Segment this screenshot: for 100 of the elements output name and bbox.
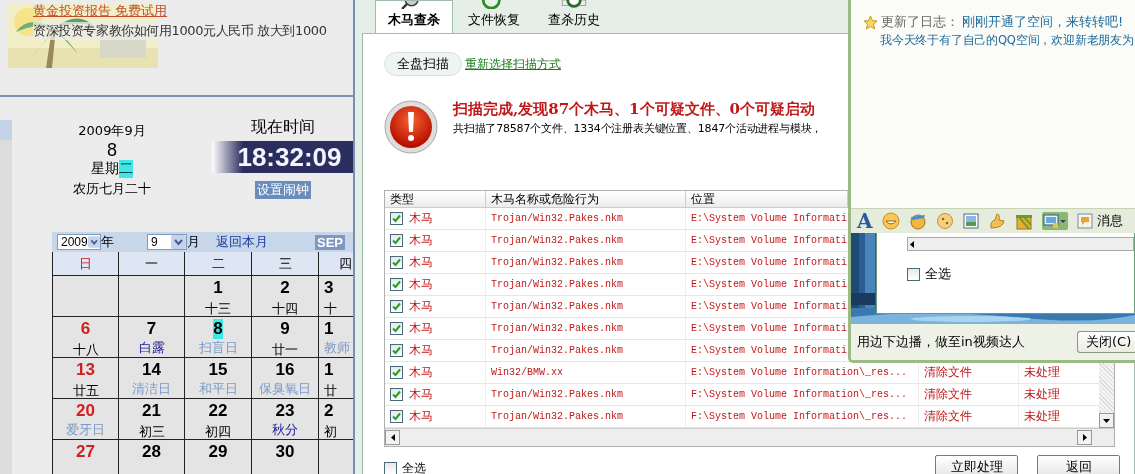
rescan-link[interactable]: 重新选择扫描方式 — [465, 55, 561, 73]
checkbox[interactable] — [390, 278, 403, 291]
hand-icon[interactable] — [987, 212, 1006, 230]
table-cell: E:\System Volume Informati — [691, 323, 848, 334]
column-header[interactable]: 类型 — [385, 191, 486, 208]
tab[interactable]: 查杀历史 — [535, 0, 613, 33]
table-cell: 木马 — [409, 386, 433, 403]
left-arrow-icon — [390, 434, 395, 441]
day-cell[interactable]: 3 十 — [319, 276, 353, 317]
table-cell: Trojan/Win32.Pakes.nkm — [491, 257, 624, 268]
day-cell[interactable]: 1 十三 — [185, 276, 252, 317]
emoticon-icon[interactable] — [908, 212, 927, 230]
table-cell: 清除文件 — [924, 386, 972, 403]
lunar-date: 农历七月二十 — [73, 180, 151, 198]
screen-button[interactable] — [1041, 212, 1068, 230]
table-cell: Trojan/Win32.Pakes.nkm — [491, 235, 624, 246]
table-cell: 木马 — [409, 210, 433, 227]
scan-result-title: 扫描完成,发现87个木马、1个可疑文件、0个可疑启动 — [453, 100, 816, 120]
day-cell[interactable]: 22 初四 — [185, 399, 252, 440]
table-cell: 未处理 — [1024, 386, 1060, 403]
day-cell[interactable]: 1 廿 — [319, 358, 353, 399]
table-cell: Trojan/Win32.Pakes.nkm — [491, 301, 624, 312]
checkbox[interactable] — [390, 234, 403, 247]
table-cell: Trojan/Win32.Pakes.nkm — [491, 411, 624, 422]
table-cell: 未处理 — [1024, 408, 1060, 425]
clock-title: 现在时间 — [250, 117, 315, 138]
table-cell: E:\System Volume Informati — [691, 257, 848, 268]
table-cell: F:\System Volume Information\_res... — [691, 389, 908, 400]
day-cell[interactable]: 20 爱牙日 — [53, 399, 119, 440]
right-arrow-icon — [1082, 434, 1087, 441]
day-cell[interactable]: 21 初三 — [119, 399, 185, 440]
back-link[interactable]: 返回本月 — [216, 233, 268, 251]
empty-day-cell — [119, 276, 185, 317]
scan-mode-button[interactable]: 全盘扫描 — [384, 52, 462, 76]
left-arrow-icon — [910, 240, 914, 248]
day-cell[interactable]: 8 扫盲日 — [185, 317, 252, 358]
day-cell[interactable]: 1 教师 — [319, 317, 353, 358]
table-cell: Trojan/Win32.Pakes.nkm — [491, 279, 624, 290]
checkbox[interactable] — [390, 410, 403, 423]
year-dropdown[interactable]: 2009 — [57, 234, 101, 250]
gift-icon[interactable] — [1014, 212, 1033, 230]
table-cell: E:\System Volume Informati — [691, 345, 848, 356]
table-cell: 木马 — [409, 364, 433, 381]
table-cell: Trojan/Win32.Pakes.nkm — [491, 213, 624, 224]
day-cell[interactable]: 7 白露 — [119, 317, 185, 358]
checkbox[interactable] — [390, 344, 403, 357]
weekday-header: 四 — [319, 252, 353, 276]
screen-icon — [1042, 213, 1059, 229]
feed-link[interactable]: 刚刚开通了空间，来转转吧! — [962, 13, 1124, 31]
close-button[interactable]: 关闭(C) — [1077, 331, 1135, 353]
font-button[interactable]: A — [857, 210, 873, 232]
weekday-header: 三 — [252, 252, 319, 276]
checkbox[interactable] — [390, 388, 403, 401]
day-cell[interactable]: 2 十四 — [252, 276, 319, 317]
checkbox[interactable] — [390, 366, 403, 379]
day-cell[interactable]: 2 初 — [319, 399, 353, 440]
table-cell: 清除文件 — [924, 364, 972, 381]
feed-label: 更新了日志： — [881, 13, 959, 31]
table-cell: 清除文件 — [924, 408, 972, 425]
table-cell: 木马 — [409, 342, 433, 359]
month-name: SEP — [315, 234, 345, 250]
horizontal-scrollbar[interactable] — [385, 428, 1114, 446]
action-button[interactable]: 立即处理 — [935, 455, 1018, 474]
day-cell[interactable]: 30 — [252, 440, 319, 474]
table-cell: 木马 — [409, 232, 433, 249]
scan-summary: 共扫描了78587个文件、1334个注册表关键位置、1847个活动进程与模块， — [453, 121, 823, 136]
month-dropdown[interactable]: 9 — [147, 234, 187, 250]
day-cell[interactable]: 15 和平日 — [185, 358, 252, 399]
action-button[interactable]: 返回 — [1037, 455, 1120, 474]
day-cell[interactable]: 27 — [53, 440, 119, 474]
tab[interactable]: 文件恢复 — [455, 0, 533, 33]
day-cell[interactable]: 6 十八 — [53, 317, 119, 358]
day-cell[interactable]: 28 — [119, 440, 185, 474]
tab[interactable]: 木马查杀 — [375, 0, 453, 33]
checkbox[interactable] — [384, 462, 397, 474]
checkbox[interactable] — [390, 300, 403, 313]
ad-link[interactable]: 黄金投资报告 免费试用 — [33, 2, 168, 20]
checkbox[interactable] — [907, 267, 920, 281]
day-cell[interactable]: 16 保臭氧日 — [252, 358, 319, 399]
table-cell: E:\System Volume Informati — [691, 235, 848, 246]
day-cell[interactable]: 13 廿五 — [53, 358, 119, 399]
vertical-scrollbar[interactable] — [1099, 362, 1114, 428]
ad-text: 资深投资专家教你如何用1000元人民币 放大到1000 — [33, 22, 327, 40]
message-log-button[interactable]: 消息 — [1096, 212, 1123, 230]
day-cell[interactable]: 29 — [185, 440, 252, 474]
table-cell: 木马 — [409, 276, 433, 293]
checkbox[interactable] — [390, 322, 403, 335]
checkbox[interactable] — [390, 212, 403, 225]
day-cell[interactable]: 14 清洁日 — [119, 358, 185, 399]
day-cell[interactable]: 23 秋分 — [252, 399, 319, 440]
image-icon[interactable] — [962, 213, 979, 229]
table-cell: Trojan/Win32.Pakes.nkm — [491, 389, 624, 400]
down-arrow-icon — [1103, 418, 1110, 423]
column-header[interactable]: 木马名称或危险行为 — [486, 191, 686, 208]
day-number: 8 — [107, 140, 117, 160]
checkbox[interactable] — [390, 256, 403, 269]
horizontal-scrollbar[interactable] — [907, 237, 1134, 251]
footer-text: 用边下边播，做至in视频达人 — [857, 333, 1025, 351]
day-cell[interactable]: 9 廿一 — [252, 317, 319, 358]
cookie-icon[interactable] — [935, 212, 954, 230]
